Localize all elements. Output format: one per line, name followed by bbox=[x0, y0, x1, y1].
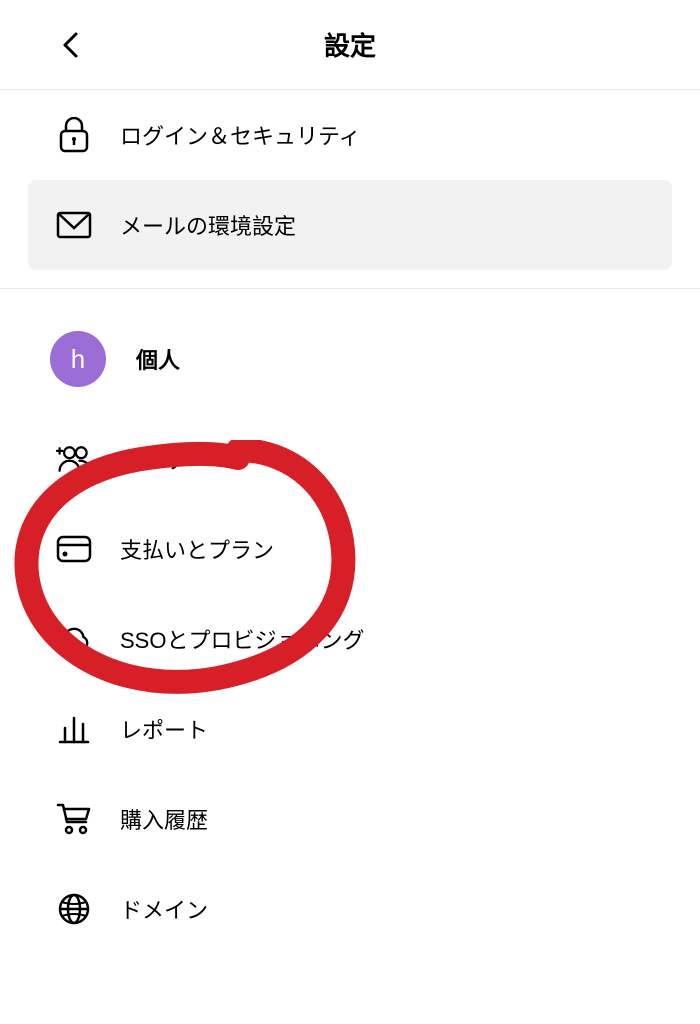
back-button[interactable] bbox=[50, 25, 90, 65]
menu-label: ドメイン bbox=[120, 893, 208, 925]
mail-icon bbox=[56, 207, 92, 243]
settings-section-1: ログイン＆セキュリティ メールの環境設定 bbox=[0, 90, 700, 270]
menu-item-login-security[interactable]: ログイン＆セキュリティ bbox=[0, 90, 700, 180]
cart-icon bbox=[56, 801, 92, 837]
menu-label: メールの環境設定 bbox=[120, 209, 296, 241]
menu-label: ログイン＆セキュリティ bbox=[120, 119, 361, 151]
chevron-left-icon bbox=[61, 31, 79, 59]
menu-label: 購入履歴 bbox=[120, 803, 208, 835]
chart-icon bbox=[56, 711, 92, 747]
menu-item-purchase-history[interactable]: 購入履歴 bbox=[0, 774, 700, 864]
menu-label: レポート bbox=[120, 713, 208, 745]
menu-label: ユーザー bbox=[120, 443, 208, 475]
menu-item-payment-plan[interactable]: 支払いとプラン bbox=[0, 504, 700, 594]
card-icon bbox=[56, 531, 92, 567]
users-icon bbox=[56, 441, 92, 477]
section-divider bbox=[0, 288, 700, 289]
cloud-icon bbox=[56, 621, 92, 657]
menu-item-reports[interactable]: レポート bbox=[0, 684, 700, 774]
avatar: h bbox=[50, 331, 106, 387]
lock-icon bbox=[56, 117, 92, 153]
menu-item-sso-provisioning[interactable]: SSOとプロビジョニング bbox=[0, 594, 700, 684]
menu-item-domain[interactable]: ドメイン bbox=[0, 864, 700, 954]
personal-section-header: h 個人 bbox=[0, 314, 700, 404]
settings-section-2: ユーザー 支払いとプラン SSOとプロビジョニング bbox=[0, 414, 700, 954]
page-title: 設定 bbox=[324, 26, 376, 63]
menu-item-mail-preferences[interactable]: メールの環境設定 bbox=[28, 180, 672, 270]
globe-icon bbox=[56, 891, 92, 927]
menu-label: SSOとプロビジョニング bbox=[120, 623, 364, 655]
avatar-letter: h bbox=[71, 344, 85, 375]
menu-item-users[interactable]: ユーザー bbox=[0, 414, 700, 504]
section-title: 個人 bbox=[136, 343, 180, 375]
settings-header: 設定 bbox=[0, 0, 700, 90]
menu-label: 支払いとプラン bbox=[120, 533, 274, 565]
